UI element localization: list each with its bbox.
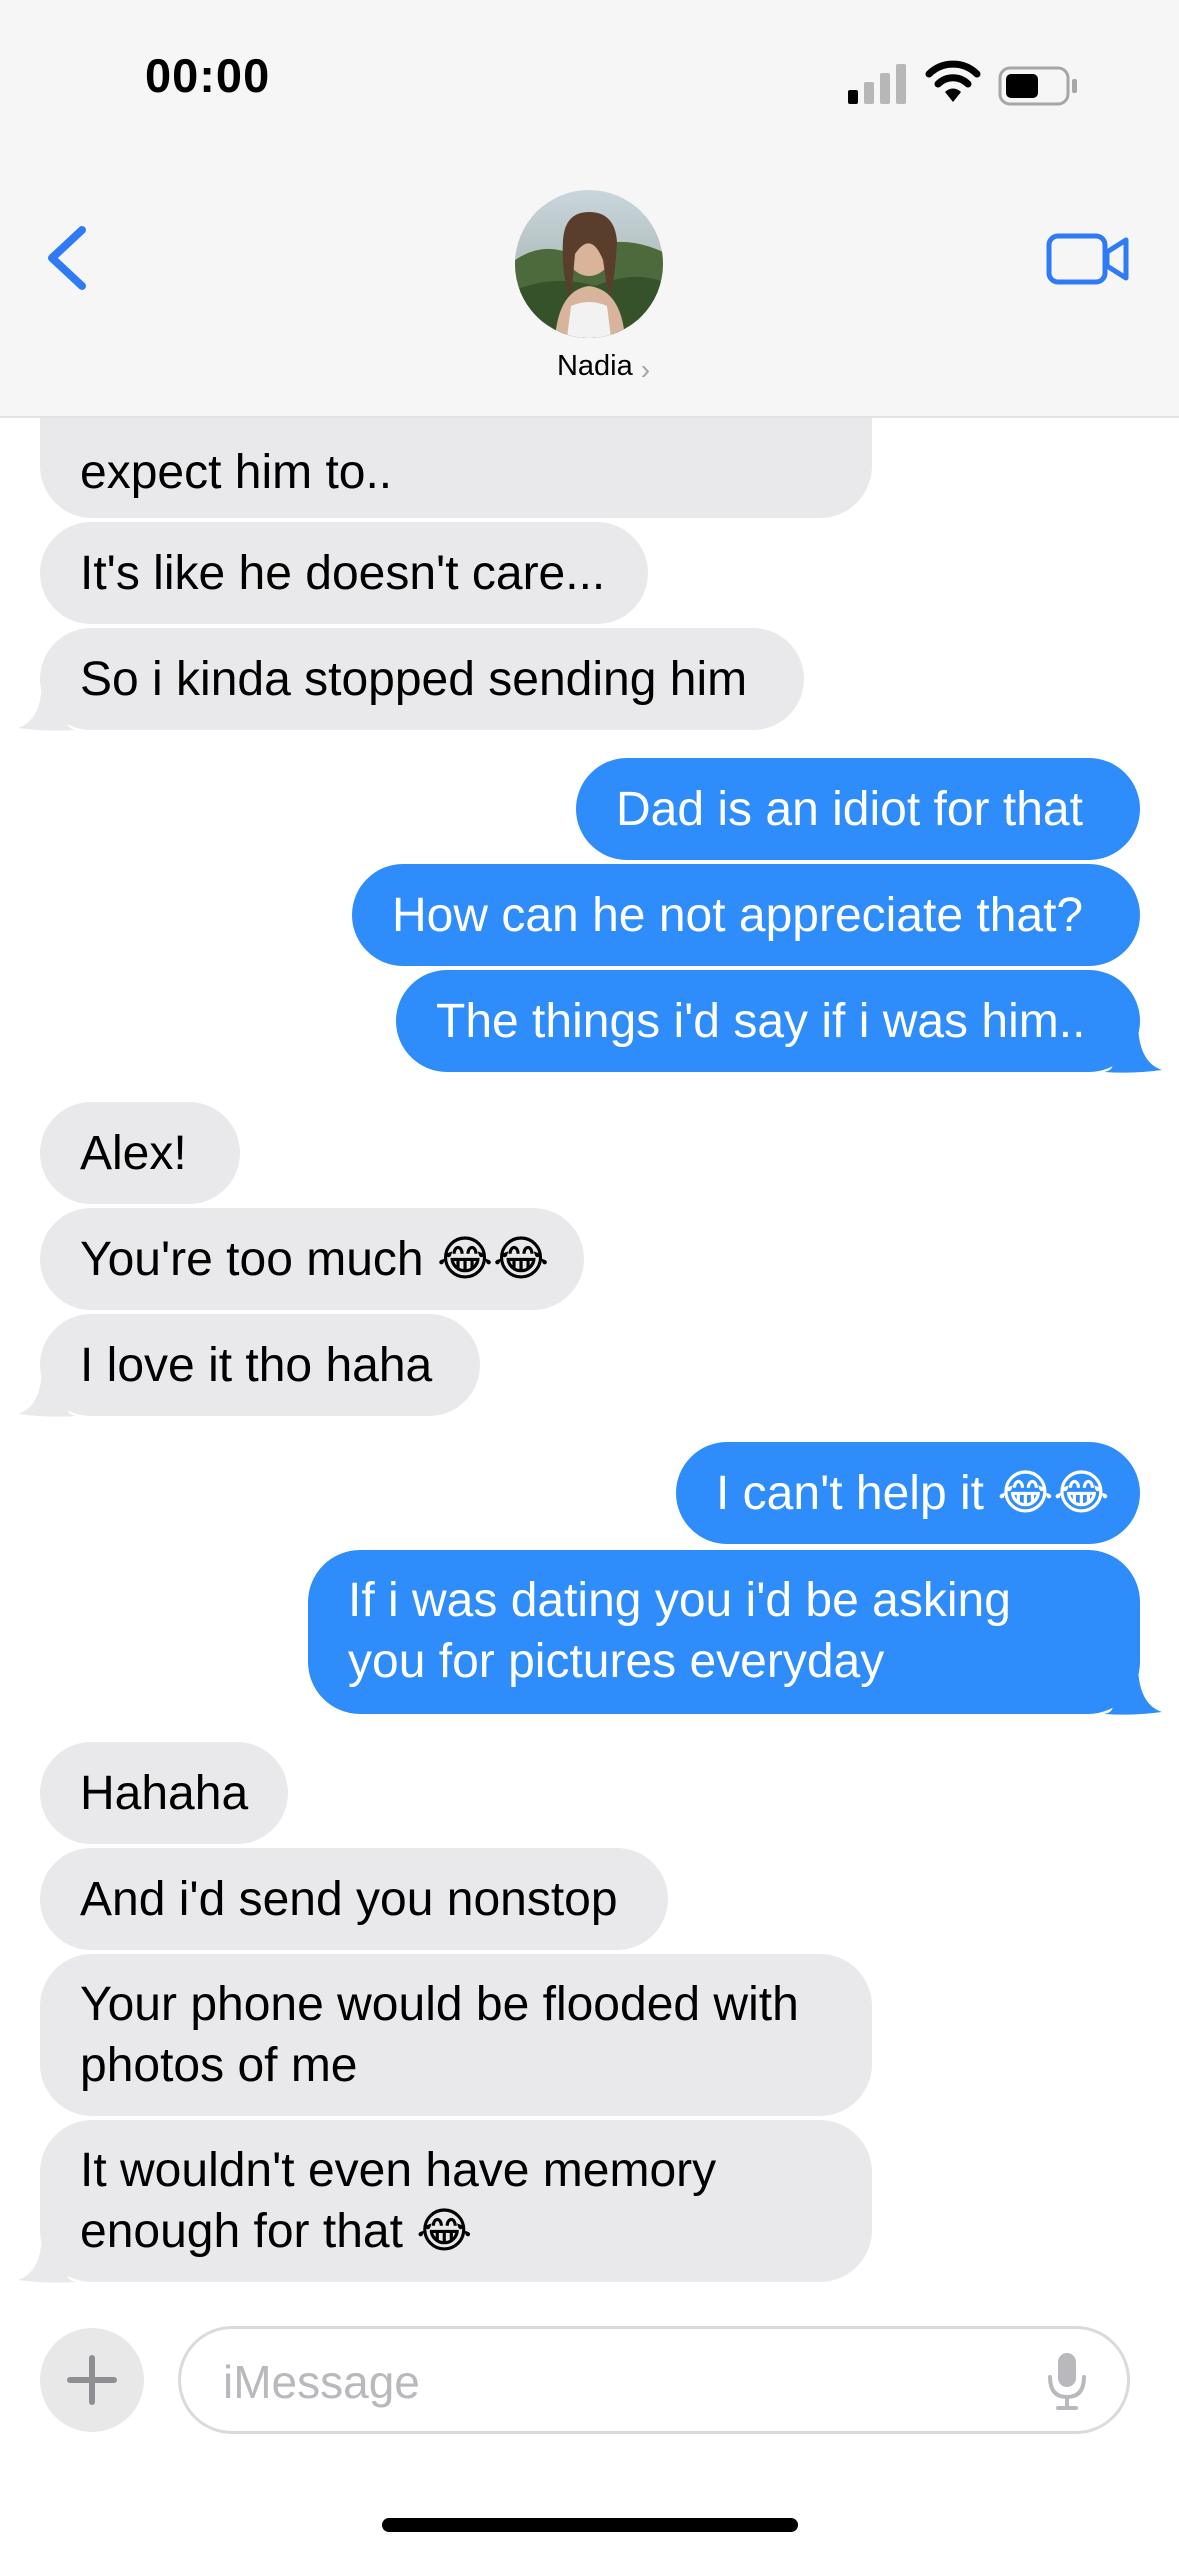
message-bubble-incoming[interactable]: Hahaha	[40, 1742, 288, 1844]
message-bubble-incoming[interactable]: It's like he doesn't care...	[40, 522, 648, 624]
message-text: How can he not appreciate that?	[392, 888, 1084, 942]
message-bubble-incoming[interactable]: I love it tho haha	[40, 1314, 480, 1416]
bubble-tail	[18, 680, 76, 731]
bubble-tail	[18, 2232, 76, 2283]
message-bubble-incoming[interactable]: It wouldn't even have memory enough for …	[40, 2120, 872, 2282]
battery-icon	[998, 66, 1077, 106]
bubble-tail	[1104, 1664, 1162, 1715]
message-text: The things i'd say if i was him..	[436, 994, 1086, 1048]
message-bubble-incoming[interactable]: Your phone would be flooded with photos …	[40, 1954, 872, 2116]
message-text: If i was dating you i'd be asking you fo…	[348, 1574, 1011, 1688]
chevron-right-icon: ›	[640, 354, 651, 385]
message-text: Dad is an idiot for that	[616, 782, 1083, 836]
home-indicator[interactable]	[382, 2518, 798, 2532]
signal-icon	[848, 64, 906, 104]
contact-avatar[interactable]	[515, 190, 663, 338]
video-camera-icon[interactable]	[1046, 230, 1130, 288]
message-bubble-incoming[interactable]: Alex!	[40, 1102, 240, 1204]
message-text: So i kinda stopped sending him	[80, 652, 748, 706]
message-text: I can't help it 😂😂	[716, 1466, 1110, 1520]
bubble-tail	[18, 1366, 76, 1417]
back-chevron-icon[interactable]	[38, 222, 98, 294]
message-bubble-outgoing[interactable]: Dad is an idiot for that	[576, 758, 1140, 860]
message-bubble-outgoing[interactable]: The things i'd say if i was him..	[396, 970, 1140, 1072]
app-drawer-button[interactable]	[40, 2328, 144, 2432]
plus-icon	[67, 2355, 117, 2405]
message-text: It's like he doesn't care...	[80, 546, 606, 600]
contact-name: Nadia	[556, 350, 633, 382]
message-input[interactable]	[221, 2351, 1005, 2413]
message-text: Your phone would be flooded with photos …	[80, 1978, 799, 2092]
message-bubble-incoming[interactable]: So i kinda stopped sending him	[40, 628, 804, 730]
microphone-icon[interactable]	[1045, 2351, 1089, 2411]
message-text: And i'd send you nonstop	[80, 1872, 618, 1926]
avatar-photo	[515, 190, 663, 338]
message-bubble-incoming[interactable]: You're too much 😂😂	[40, 1208, 584, 1310]
message-bubble-outgoing[interactable]: If i was dating you i'd be asking you fo…	[308, 1550, 1140, 1714]
message-text: You're too much 😂😂	[80, 1232, 550, 1286]
wifi-icon	[925, 60, 981, 102]
message-bubble-outgoing[interactable]: I can't help it 😂😂	[676, 1442, 1140, 1544]
message-bubble-outgoing[interactable]: How can he not appreciate that?	[352, 864, 1140, 966]
message-text: Alex!	[80, 1126, 187, 1180]
message-input-container	[178, 2326, 1130, 2434]
conversation-header: 00:00 Nadia ›	[0, 0, 1179, 418]
bubble-tail	[1104, 1022, 1162, 1073]
contact-name-button[interactable]: Nadia ›	[0, 350, 1179, 385]
message-text: I love it tho haha	[80, 1338, 433, 1392]
message-text: expect him to..	[80, 446, 393, 499]
message-text: It wouldn't even have memory enough for …	[80, 2144, 717, 2258]
message-text: Hahaha	[80, 1766, 249, 1820]
message-bubble-incoming[interactable]: And i'd send you nonstop	[40, 1848, 668, 1950]
status-time: 00:00	[145, 49, 271, 102]
